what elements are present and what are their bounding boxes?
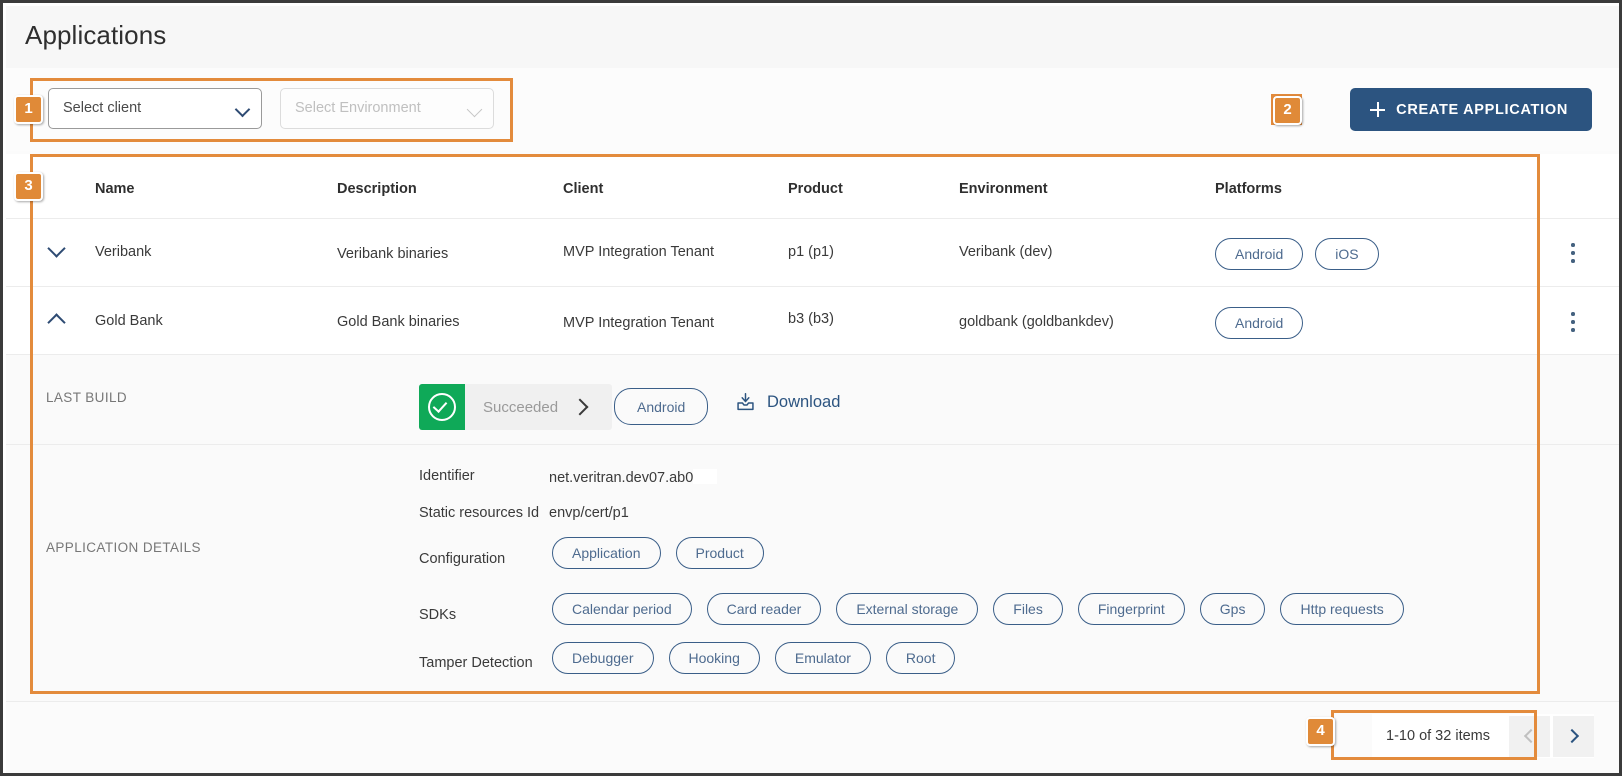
last-build-row: LAST BUILD Succeeded Android Download [6, 355, 1619, 445]
download-icon [737, 392, 754, 411]
chevron-down-icon [466, 101, 483, 118]
configuration-chip[interactable]: Application [552, 537, 661, 569]
sdk-chip[interactable]: Gps [1199, 593, 1266, 625]
cell-client: MVP Integration Tenant [563, 244, 715, 260]
configuration-chip[interactable]: Product [675, 537, 764, 569]
column-header-platforms: Platforms [1215, 181, 1282, 197]
chevron-right-icon [571, 398, 589, 416]
annotation-badge-1: 1 [14, 95, 43, 124]
cell-platforms: Android [1215, 307, 1304, 339]
cell-client: MVP Integration Tenant [563, 315, 715, 331]
redaction-block [693, 469, 718, 484]
cell-product: p1 (p1) [788, 244, 834, 260]
annotation-badge-3: 3 [14, 172, 43, 201]
cell-description: Gold Bank binaries [337, 314, 460, 330]
chevron-down-icon[interactable] [47, 239, 66, 258]
platform-chip[interactable]: Android [1215, 307, 1304, 339]
tamper-chip[interactable]: Root [885, 642, 956, 674]
cell-platforms: Android iOS [1215, 238, 1379, 270]
download-button[interactable]: Download [735, 391, 840, 413]
table-header-row: Name Description Client Product Environm… [6, 154, 1619, 219]
applications-page: Applications Select client Select Enviro… [6, 6, 1619, 773]
chevron-left-icon [1523, 728, 1539, 744]
download-label: Download [767, 392, 841, 411]
column-header-client: Client [563, 181, 604, 197]
column-header-environment: Environment [959, 181, 1048, 197]
configuration-chips: Application Product [552, 537, 764, 569]
configuration-label: Configuration [419, 551, 506, 567]
tamper-chip[interactable]: Emulator [774, 642, 871, 674]
column-header-product: Product [788, 181, 843, 197]
sdk-chip[interactable]: Http requests [1280, 593, 1404, 625]
last-build-label: LAST BUILD [46, 390, 128, 405]
chevron-down-icon [234, 101, 251, 118]
chevron-up-icon[interactable] [47, 313, 66, 332]
pagination-summary: 1-10 of 32 items [1386, 728, 1490, 744]
sdk-chip[interactable]: Card reader [706, 593, 822, 625]
cell-environment: Veribank (dev) [959, 244, 1053, 260]
identifier-value: net.veritran.dev07.ab0 [549, 469, 718, 486]
plus-icon [1370, 102, 1386, 117]
client-select-value: Select client [63, 100, 142, 116]
tamper-chip[interactable]: Hooking [668, 642, 760, 674]
cell-description: Veribank binaries [337, 246, 449, 262]
build-status-label: Succeeded [483, 398, 559, 416]
table-row[interactable]: Veribank Veribank binaries MVP Integrati… [6, 219, 1619, 287]
kebab-menu-icon[interactable] [1564, 312, 1582, 332]
cell-product: b3 (b3) [788, 311, 834, 327]
kebab-menu-icon[interactable] [1564, 243, 1582, 263]
sdk-chip[interactable]: Files [993, 593, 1063, 625]
sdk-chip[interactable]: Fingerprint [1077, 593, 1185, 625]
identifier-label: Identifier [419, 468, 475, 484]
sdks-label: SDKs [419, 607, 457, 623]
check-circle-icon [419, 384, 465, 430]
sdk-chip[interactable]: Calendar period [552, 593, 692, 625]
application-list-screenshot: Applications Select client Select Enviro… [0, 0, 1622, 776]
tamper-detection-label: Tamper Detection [419, 655, 533, 671]
build-status-button[interactable]: Succeeded [419, 384, 613, 430]
table-row[interactable]: Gold Bank Gold Bank binaries MVP Integra… [6, 287, 1619, 355]
create-application-button[interactable]: CREATE APPLICATION [1350, 88, 1592, 131]
static-resources-id-value: envp/cert/p1 [549, 505, 629, 521]
page-title: Applications [25, 20, 167, 50]
pagination-prev-button[interactable] [1509, 715, 1550, 757]
platform-chip[interactable]: Android [1215, 238, 1304, 270]
sdk-chip[interactable]: External storage [836, 593, 979, 625]
chevron-right-icon [1564, 728, 1580, 744]
build-platform-chip[interactable]: Android [614, 388, 709, 425]
applications-table: Name Description Client Product Environm… [6, 154, 1619, 703]
pagination: 1-10 of 32 items [1372, 714, 1594, 758]
sdks-chips: Calendar period Card reader External sto… [552, 593, 1404, 625]
platform-chip[interactable]: iOS [1315, 238, 1379, 270]
cell-environment: goldbank (goldbankdev) [959, 314, 1114, 330]
application-detail-panel: LAST BUILD Succeeded Android Download AP… [6, 355, 1619, 703]
annotation-badge-2: 2 [1273, 96, 1302, 125]
column-header-name: Name [95, 181, 135, 197]
create-application-label: CREATE APPLICATION [1396, 101, 1568, 118]
title-bar: Applications [6, 6, 1619, 69]
tamper-detection-chips: Debugger Hooking Emulator Root [552, 642, 956, 674]
pagination-next-button[interactable] [1553, 715, 1594, 757]
static-resources-id-label: Static resources Id [419, 505, 540, 521]
cell-name: Veribank [95, 244, 152, 260]
client-select[interactable]: Select client [48, 88, 262, 129]
cell-name: Gold Bank [95, 313, 163, 329]
tamper-chip[interactable]: Debugger [552, 642, 654, 674]
column-header-description: Description [337, 181, 417, 197]
table-footer: 1-10 of 32 items [6, 701, 1619, 773]
annotation-badge-4: 4 [1306, 717, 1335, 746]
application-details-label: APPLICATION DETAILS [46, 540, 201, 555]
environment-select-placeholder: Select Environment [295, 100, 421, 116]
environment-select[interactable]: Select Environment [280, 88, 494, 129]
